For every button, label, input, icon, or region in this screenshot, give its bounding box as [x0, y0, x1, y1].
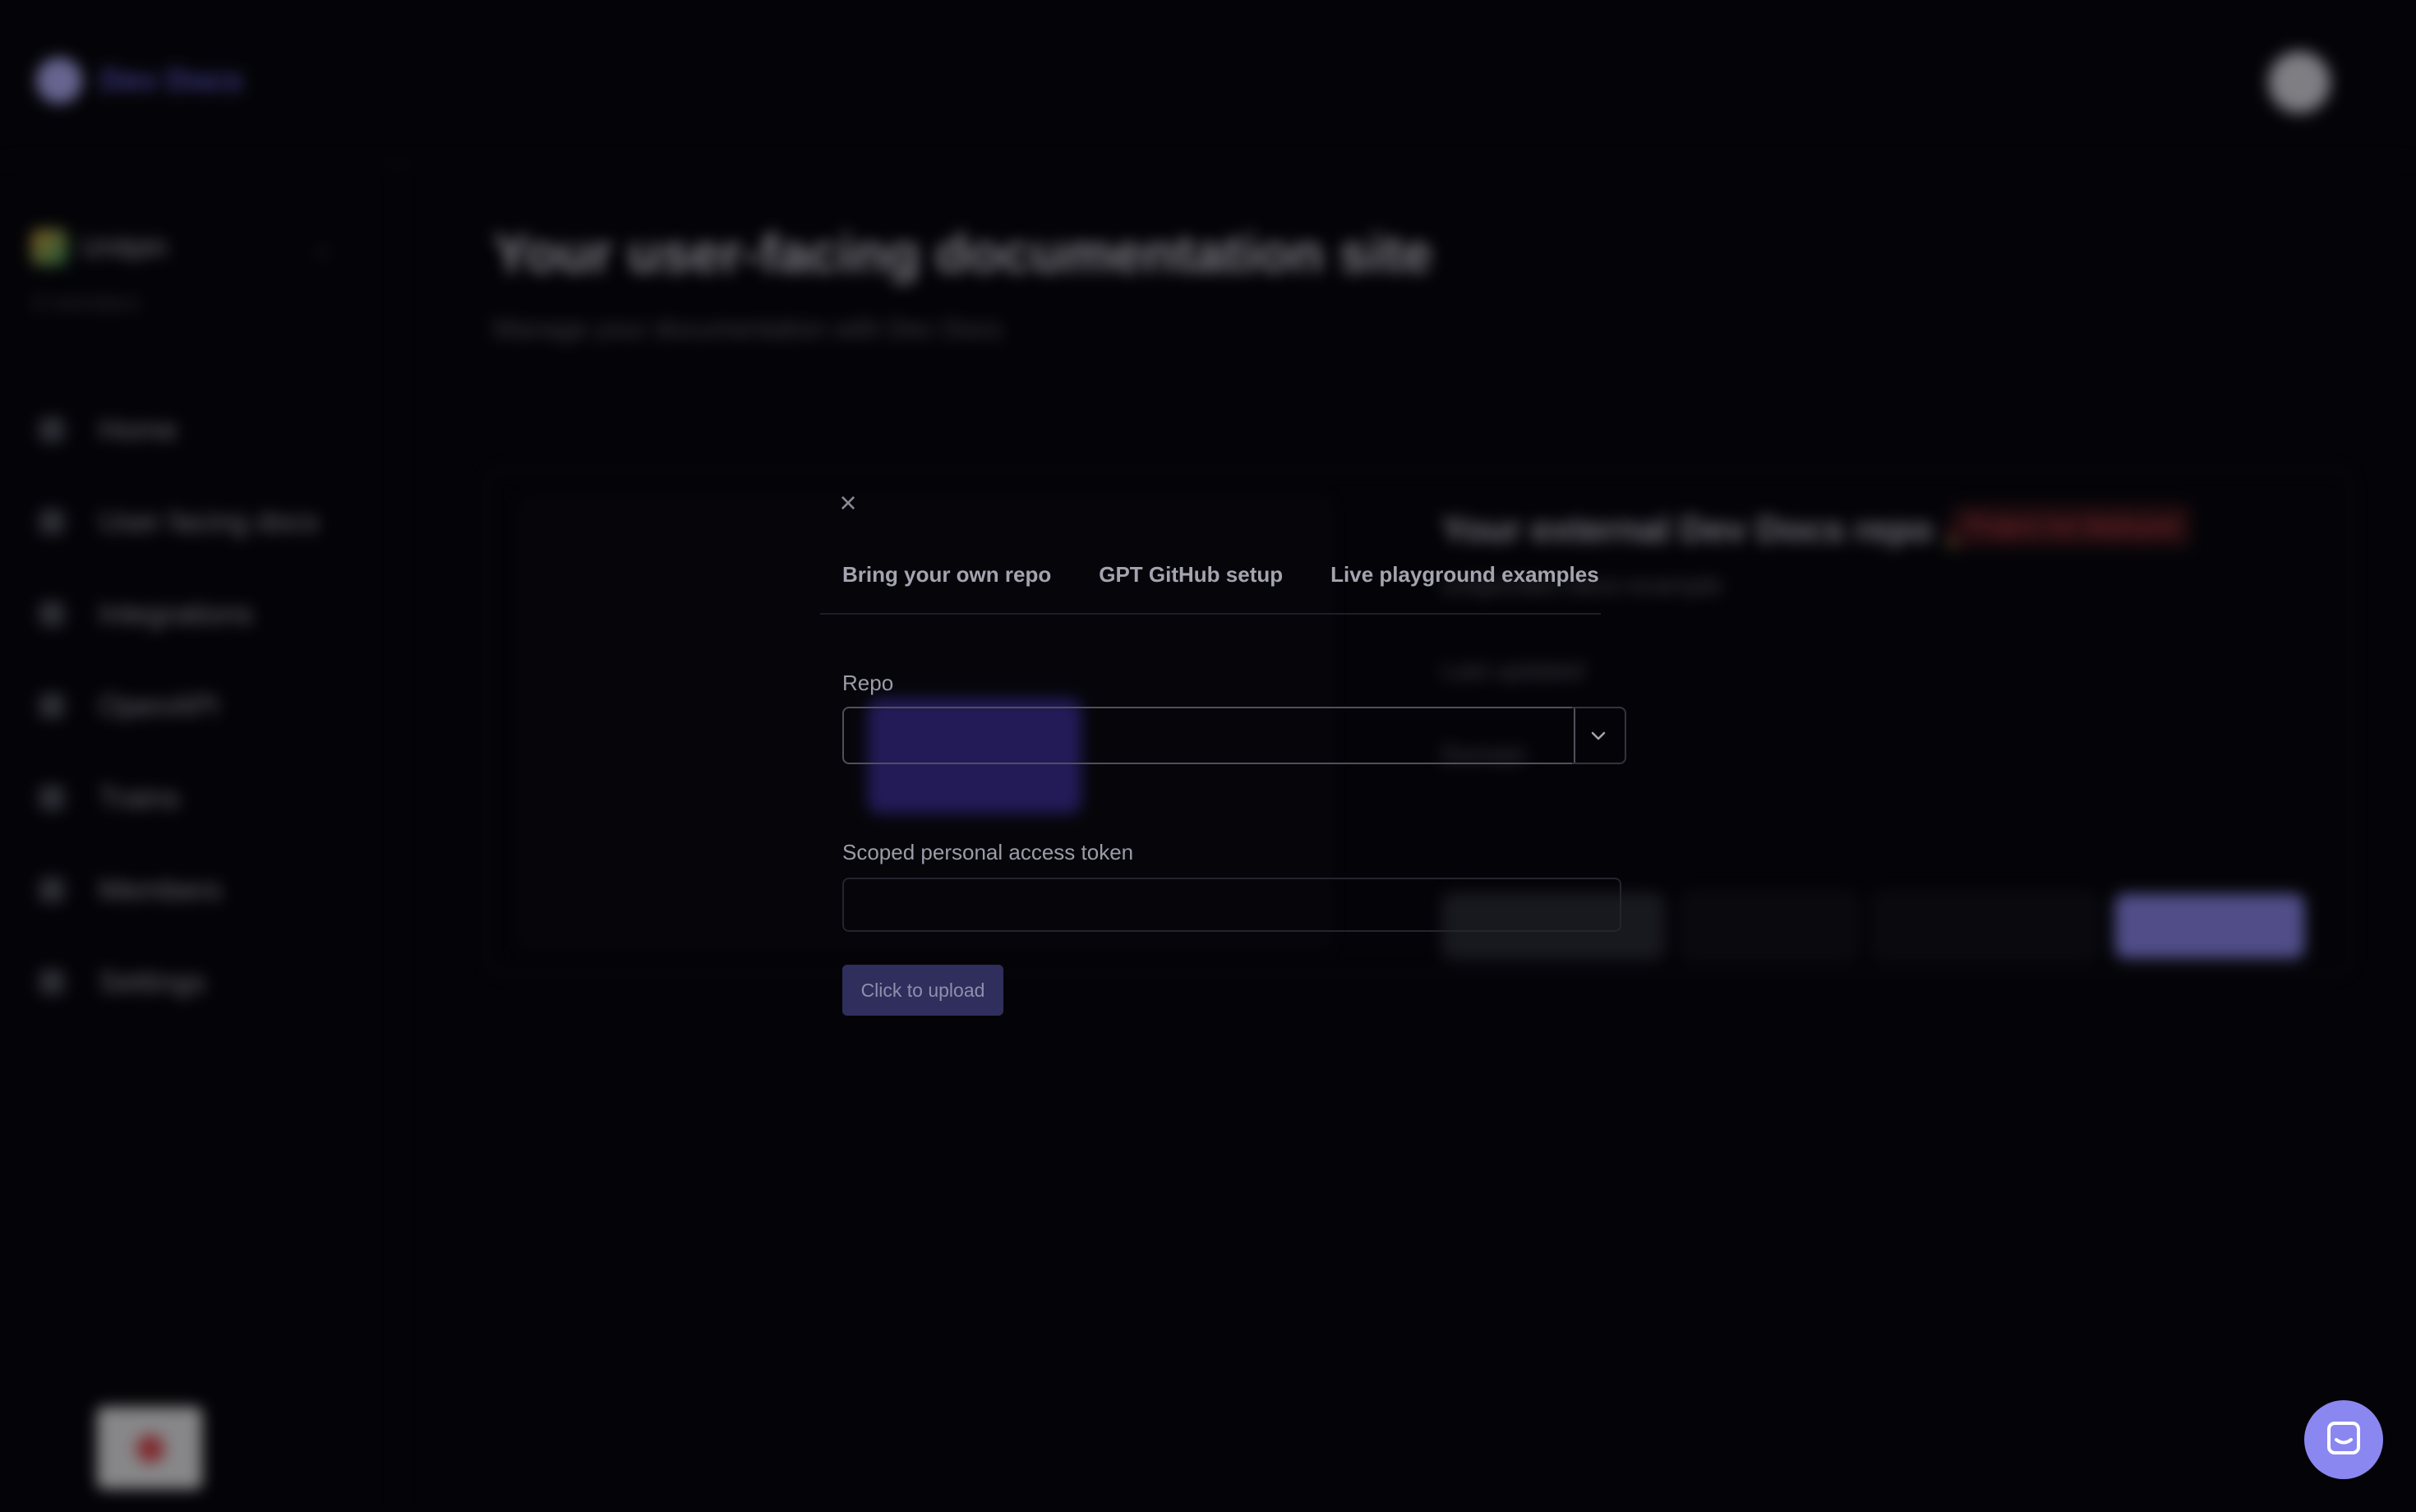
page-subtitle: Manage your documentation with Dev Docs	[493, 314, 1002, 343]
card-action-button[interactable]	[1874, 892, 2097, 960]
tabs-divider	[820, 613, 1601, 615]
workspace-icon	[31, 229, 67, 265]
status-badge: Project not deployed	[1953, 505, 2191, 547]
sidebar-item-label: User facing docs	[99, 505, 320, 538]
sidebar: Unitpin ⌄ 0 members Home User facing doc…	[0, 162, 399, 1512]
workspace-name: Unitpin	[81, 231, 168, 263]
card-primary-button[interactable]	[2114, 892, 2306, 960]
sidebar-item-label: Integrations	[99, 597, 254, 630]
chat-launcher-button[interactable]	[2304, 1400, 2383, 1479]
upload-button[interactable]: Click to upload	[842, 965, 1003, 1016]
workspace-subtitle: 0 members	[33, 290, 141, 315]
openapi-icon	[39, 694, 64, 718]
sidebar-item-label: Settings	[99, 965, 206, 998]
sidebar-item-user-facing-docs[interactable]: User facing docs	[39, 476, 319, 568]
token-label: Scoped personal access token	[842, 840, 1134, 864]
modal-tabs: Bring your own repo GPT GitHub setup Liv…	[842, 562, 1647, 588]
sidebar-item-members[interactable]: Members	[39, 844, 319, 936]
chevron-down-icon	[1591, 731, 1606, 740]
sidebar-item-trains[interactable]: Trains	[39, 752, 319, 844]
docs-icon	[39, 509, 64, 534]
tab-bring-your-own-repo[interactable]: Bring your own repo	[842, 562, 1051, 588]
sidebar-item-label: Members	[99, 873, 223, 906]
sidebar-item-openapi[interactable]: OpenAPI	[39, 660, 319, 752]
tab-live-playground-examples[interactable]: Live playground examples	[1330, 562, 1599, 588]
trains-icon	[39, 786, 64, 810]
workspace-switcher[interactable]: Unitpin	[31, 229, 168, 265]
sidebar-item-home[interactable]: Home	[39, 384, 319, 476]
avatar[interactable]	[2265, 48, 2334, 117]
sidebar-item-settings[interactable]: Settings	[39, 936, 319, 1028]
repo-select[interactable]	[842, 707, 1575, 764]
chat-icon	[2327, 1422, 2360, 1454]
card-action-button[interactable]	[1681, 892, 1857, 960]
tab-gpt-github-setup[interactable]: GPT GitHub setup	[1099, 562, 1283, 588]
sidebar-nav: Home User facing docs Integrations OpenA…	[39, 384, 319, 1028]
page-title: Your user-facing documentation site	[493, 223, 1432, 284]
brand-logo[interactable]: Dev Docs	[36, 58, 242, 104]
setup-modal: × Bring your own repo GPT GitHub setup L…	[797, 460, 1626, 1062]
sidebar-item-label: OpenAPI	[99, 689, 219, 722]
repo-dropdown-button[interactable]	[1572, 707, 1626, 764]
home-icon	[39, 417, 64, 442]
top-bar: Dev Docs	[0, 0, 2416, 162]
sidebar-item-label: Trains	[99, 781, 180, 814]
members-icon	[39, 878, 64, 902]
record-button[interactable]	[97, 1407, 202, 1489]
token-input[interactable]	[842, 878, 1621, 932]
integrations-icon	[39, 602, 64, 626]
brand-name: Dev Docs	[100, 62, 243, 98]
sidebar-item-label: Home	[99, 413, 178, 446]
sidebar-item-integrations[interactable]: Integrations	[39, 568, 319, 660]
chevron-down-icon[interactable]: ⌄	[312, 234, 331, 261]
gear-icon	[39, 970, 64, 994]
close-icon[interactable]: ×	[832, 486, 865, 519]
repo-label: Repo	[842, 671, 894, 695]
logo-icon	[36, 58, 82, 104]
